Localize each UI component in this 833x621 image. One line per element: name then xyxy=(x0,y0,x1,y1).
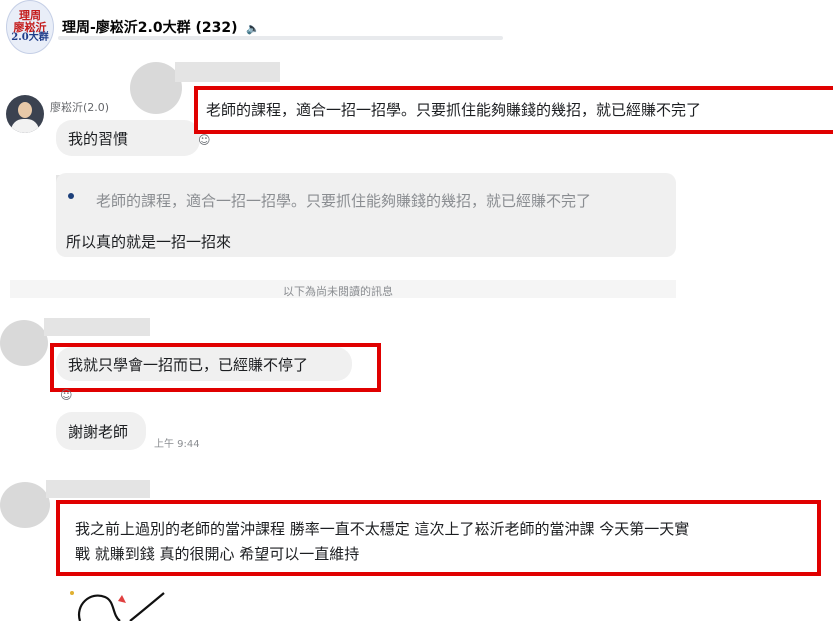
blurred-avatar[interactable] xyxy=(0,482,50,528)
highlight-box-long: 我之前上過別的老師的當沖課程 勝率一直不太穩定 這次上了崧沂老師的當沖課 今天第… xyxy=(56,500,821,576)
message-bubble[interactable]: 謝謝老師 xyxy=(56,412,146,450)
group-avatar[interactable]: 理周 廖崧沂 2.0大群 xyxy=(6,0,54,54)
long-message-line-2: 戰 就賺到錢 真的很開心 希望可以一直維持 xyxy=(75,545,360,563)
message-bubble[interactable]: 我的習慣 xyxy=(56,120,200,156)
message-text: 我就只學會一招而已，已經賺不停了 xyxy=(68,355,309,374)
highlighted-quote-text: 老師的課程，適合一招一招學。只要抓住能夠賺錢的幾招，就已經賺不完了 xyxy=(206,101,702,119)
group-title[interactable]: 理周-廖崧沂2.0大群 (232) 🔈 xyxy=(62,17,260,37)
blurred-name xyxy=(46,480,150,498)
long-message-line-1: 我之前上過別的老師的當沖課程 勝率一直不太穩定 這次上了崧沂老師的當沖課 今天第… xyxy=(75,520,690,538)
reaction-icon[interactable]: ☺ xyxy=(198,133,211,147)
group-title-text: 理周-廖崧沂2.0大群 (232) xyxy=(62,20,238,36)
header-divider xyxy=(58,36,503,40)
reply-quote-text: 老師的課程，適合一招一招學。只要抓住能夠賺錢的幾招，就已經賺不完了 xyxy=(96,192,592,210)
blurred-name xyxy=(175,62,280,82)
reply-body-text: 所以真的就是一招一招來 xyxy=(66,233,232,251)
quote-dot-icon xyxy=(68,193,74,199)
message-timestamp: 上午 9:44 xyxy=(154,439,200,450)
highlight-box-quote: 老師的課程，適合一招一招學。只要抓住能夠賺錢的幾招，就已經賺不完了 xyxy=(194,86,833,134)
sender-name: 廖崧沂(2.0) xyxy=(50,101,110,114)
avatar-face xyxy=(18,102,32,118)
avatar-shirt xyxy=(11,119,39,133)
group-avatar-line-3: 2.0大群 xyxy=(11,32,49,44)
sticker-image[interactable] xyxy=(60,585,180,621)
message-text: 謝謝老師 xyxy=(68,422,129,441)
blurred-avatar[interactable] xyxy=(0,320,48,366)
speaker-icon[interactable]: 🔈 xyxy=(246,22,260,35)
message-text: 我的習慣 xyxy=(68,129,129,148)
reaction-icon[interactable]: ☺ xyxy=(60,388,73,402)
unread-divider-text: 以下為尚未閱讀的訊息 xyxy=(283,285,393,298)
message-bubble[interactable]: 我就只學會一招而已，已經賺不停了 xyxy=(56,347,352,381)
sender-avatar[interactable] xyxy=(6,95,44,133)
blurred-name xyxy=(44,318,150,336)
